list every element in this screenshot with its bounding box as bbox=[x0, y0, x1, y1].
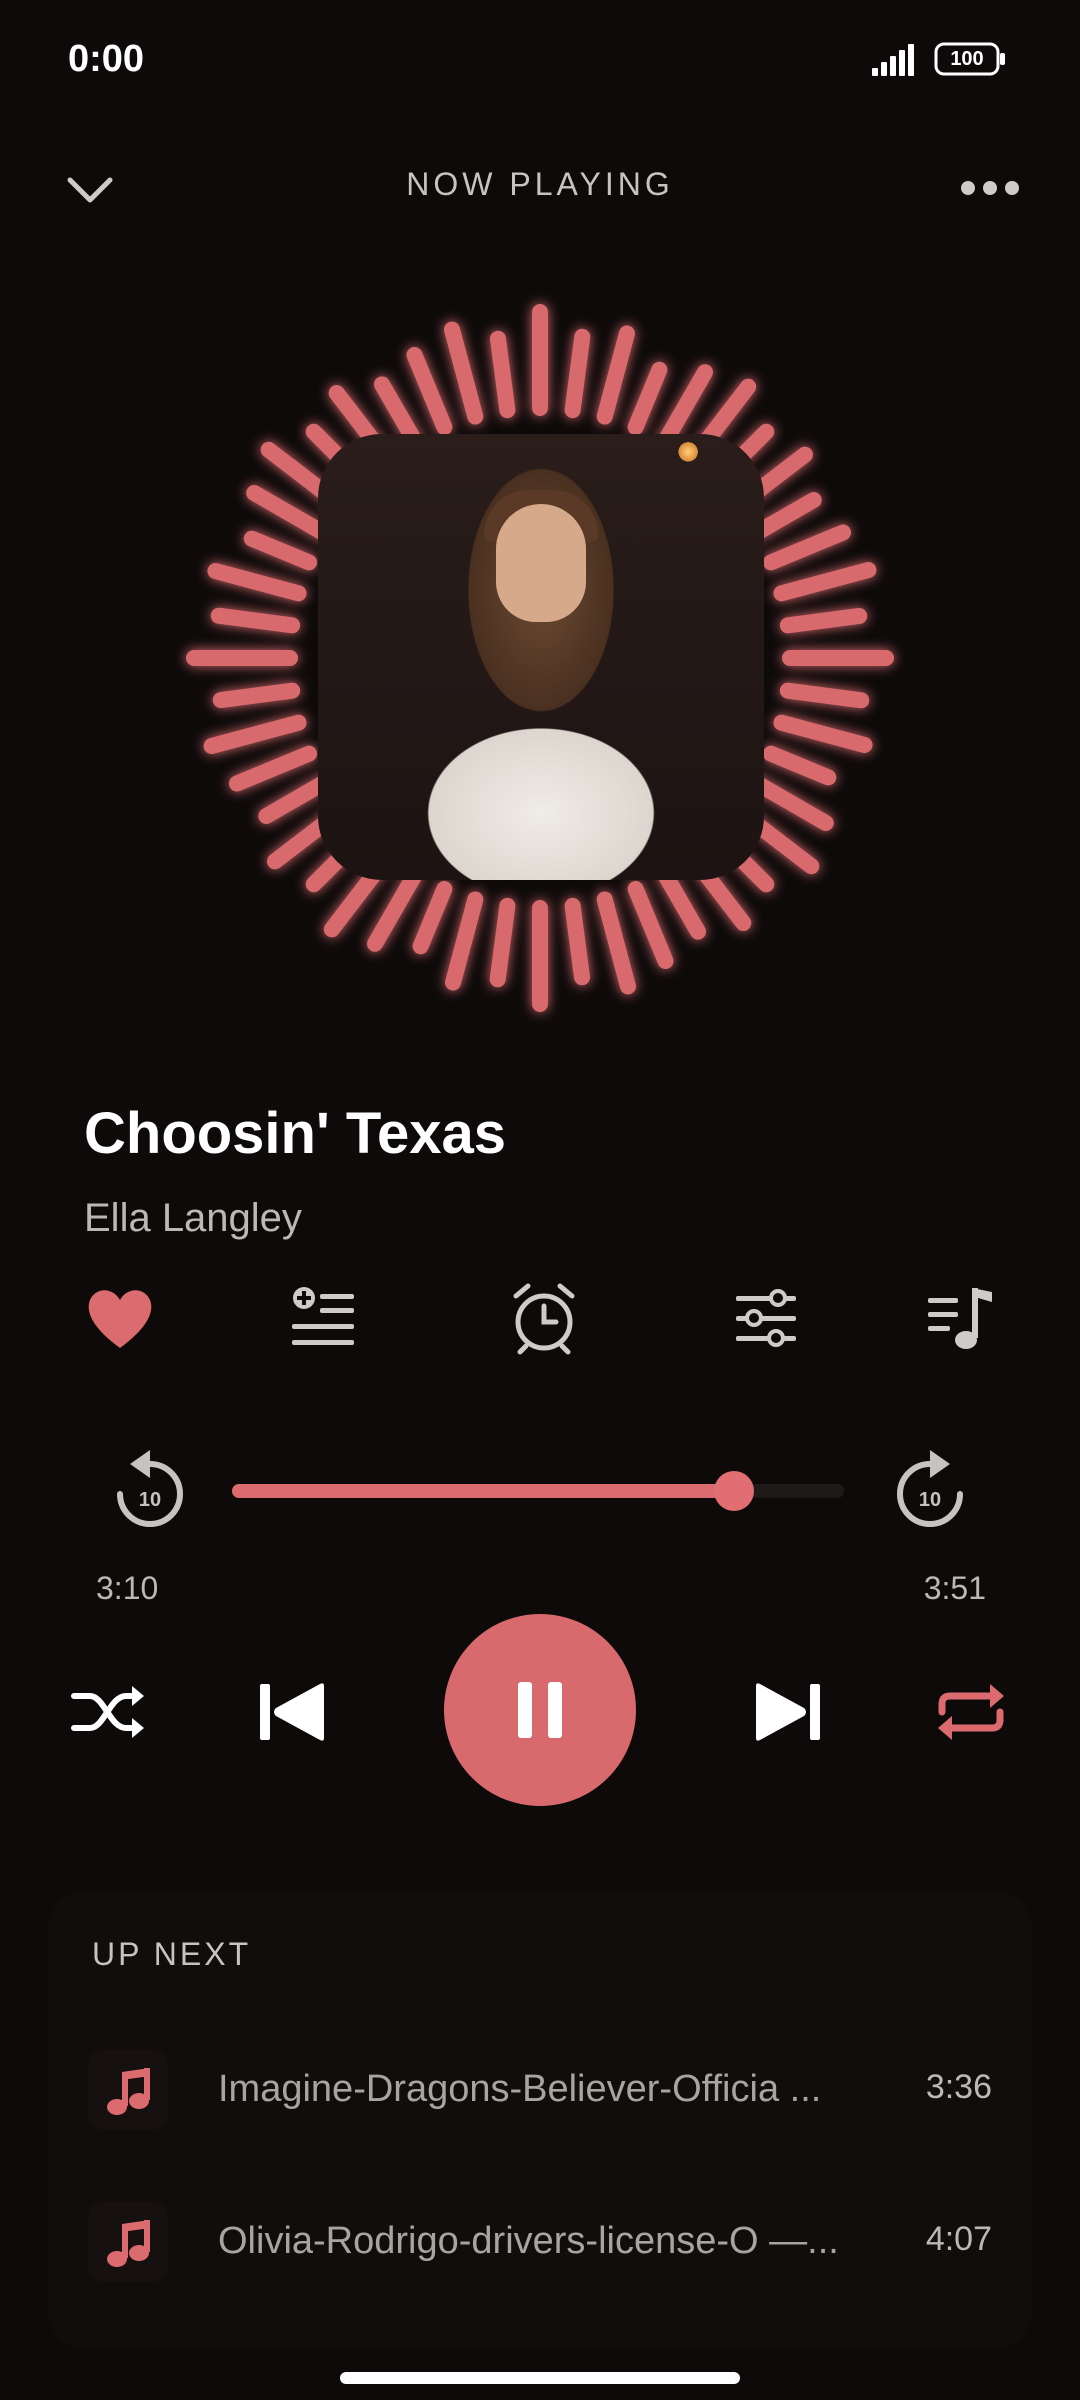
album-art-visualizer bbox=[140, 258, 940, 1058]
up-next-panel: UP NEXT Imagine-Dragons-Believer-Officia… bbox=[48, 1890, 1032, 2350]
visualizer-bar bbox=[773, 714, 873, 753]
queue-item[interactable]: Imagine-Dragons-Believer-Officia ... 3:3… bbox=[88, 2030, 992, 2150]
forward-10-icon[interactable]: 10 bbox=[890, 1440, 970, 1536]
time-total: 3:51 bbox=[923, 1570, 986, 1606]
shuffle-icon[interactable] bbox=[70, 1682, 146, 1742]
seek-bar[interactable] bbox=[232, 1471, 844, 1511]
rewind-10-label: 10 bbox=[139, 1489, 161, 1511]
visualizer-bar bbox=[210, 607, 301, 634]
player-header: NOW PLAYING bbox=[0, 140, 1080, 230]
add-to-queue-icon[interactable] bbox=[282, 1278, 362, 1358]
visualizer-bar bbox=[212, 682, 301, 709]
visualizer-bar bbox=[228, 745, 318, 792]
page-title: NOW PLAYING bbox=[406, 166, 674, 202]
seek-bar-fill bbox=[232, 1484, 734, 1498]
visualizer-bar bbox=[367, 866, 423, 952]
queue-item-thumb bbox=[88, 2202, 168, 2282]
queue-item-thumb bbox=[88, 2050, 168, 2130]
visualizer-bar bbox=[627, 880, 674, 970]
visualizer-bar bbox=[444, 321, 484, 425]
visualizer-bar bbox=[564, 897, 591, 986]
forward-10-label: 10 bbox=[919, 1489, 941, 1511]
visualizer-bar bbox=[762, 745, 837, 786]
visualizer-bar bbox=[412, 880, 453, 955]
album-art bbox=[318, 434, 764, 880]
visualizer-bar bbox=[779, 682, 870, 709]
track-artist: Ella Langley bbox=[84, 1196, 302, 1240]
pause-button[interactable] bbox=[444, 1614, 636, 1806]
pause-icon bbox=[518, 1682, 562, 1738]
equalizer-icon[interactable] bbox=[726, 1278, 806, 1358]
playback-controls bbox=[0, 1610, 1080, 1810]
signal-icon bbox=[872, 44, 914, 76]
visualizer-bar bbox=[773, 562, 877, 602]
alarm-clock-icon[interactable] bbox=[504, 1278, 584, 1358]
visualizer-bar bbox=[657, 364, 713, 450]
visualizer-bar bbox=[779, 607, 868, 634]
music-note-icon bbox=[107, 2220, 150, 2267]
track-title: Choosin' Texas bbox=[84, 1101, 507, 1166]
visualizer-bar bbox=[627, 361, 668, 436]
music-note-icon bbox=[107, 2068, 150, 2115]
visualizer-bar bbox=[596, 891, 636, 995]
visualizer-bar bbox=[406, 346, 453, 436]
rewind-10-icon[interactable]: 10 bbox=[110, 1440, 190, 1536]
visualizer-bar bbox=[207, 563, 307, 602]
visualizer-bar bbox=[246, 485, 332, 541]
visualizer-bar bbox=[564, 328, 591, 419]
queue-item-title: Olivia-Rodrigo-drivers-license-O —... bbox=[218, 2220, 839, 2262]
album-art-face bbox=[496, 504, 586, 622]
seek-bar-thumb[interactable] bbox=[713, 1471, 754, 1511]
playlist-music-icon[interactable] bbox=[920, 1278, 1000, 1358]
heart-icon[interactable] bbox=[80, 1278, 160, 1358]
visualizer-bar bbox=[445, 891, 484, 991]
visualizer-bar bbox=[748, 492, 822, 541]
more-dots-icon[interactable] bbox=[958, 166, 1022, 210]
action-row bbox=[0, 1278, 1080, 1358]
battery-icon: 100 bbox=[934, 42, 1006, 76]
visualizer-bar bbox=[657, 866, 706, 940]
visualizer-bar bbox=[489, 897, 516, 988]
status-time: 0:00 bbox=[68, 38, 145, 80]
status-bar: 0:00 100 bbox=[0, 0, 1080, 120]
visualizer-bar bbox=[374, 376, 423, 450]
battery-level: 100 bbox=[950, 48, 984, 70]
visualizer-bar bbox=[596, 325, 635, 425]
visualizer-bar bbox=[203, 714, 307, 754]
skip-previous-icon[interactable] bbox=[258, 1680, 328, 1744]
visualizer-bar bbox=[243, 530, 318, 571]
skip-next-icon[interactable] bbox=[752, 1680, 822, 1744]
repeat-icon[interactable] bbox=[934, 1680, 1008, 1744]
visualizer-bar bbox=[258, 775, 332, 824]
queue-item-title: Imagine-Dragons-Believer-Officia ... bbox=[218, 2068, 822, 2110]
up-next-title: UP NEXT bbox=[92, 1936, 252, 1972]
queue-item-duration: 4:07 bbox=[925, 2220, 992, 2258]
home-indicator[interactable] bbox=[340, 2372, 740, 2384]
time-elapsed: 3:10 bbox=[96, 1570, 159, 1606]
visualizer-bar bbox=[748, 775, 834, 831]
visualizer-bar bbox=[762, 524, 852, 571]
queue-item[interactable]: Olivia-Rodrigo-drivers-license-O —... 4:… bbox=[88, 2182, 992, 2302]
visualizer-bar bbox=[489, 330, 516, 419]
queue-item-duration: 3:36 bbox=[925, 2068, 992, 2106]
